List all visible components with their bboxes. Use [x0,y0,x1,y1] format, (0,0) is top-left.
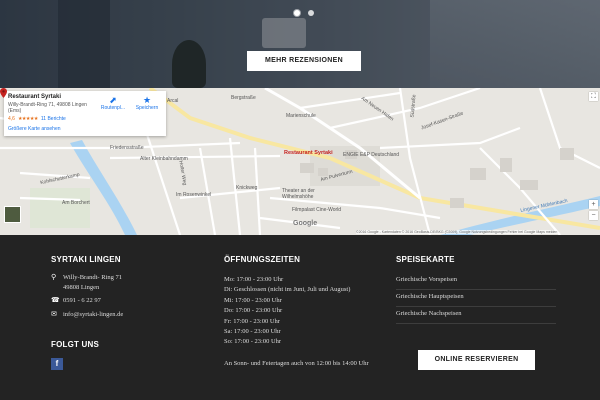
rating-value: 4,6 [8,116,15,122]
street-label: Theater an der Wilhelmshöhe [282,188,315,200]
star-rating-icon: ★★★★★ [17,116,38,122]
google-map[interactable]: Bergstraße Marienschule Am Neuen Hafen J… [0,88,600,235]
street-label: ENGIE E&P Deutschland [343,152,400,158]
location-pin-icon: ⚲ [51,273,57,281]
street-label: Am Borchert [62,200,90,206]
envelope-icon: ✉ [51,310,57,318]
fullscreen-icon[interactable]: ⛶ [589,92,598,101]
hours-line: Do: 17:00 - 23:00 Uhr [224,307,283,315]
place-address: Willy-Brandt-Ring 71, 49808 Lingen (Ems) [8,102,87,114]
pin-label: Restaurant Syrtaki [284,150,333,156]
opening-hours-list: Mo: 17:00 - 23:00 Uhr Di: Geschlossen (n… [224,275,350,348]
satellite-view-button[interactable] [4,206,21,223]
menu-item-mains[interactable]: Griechische Hauptspeisen [396,290,556,307]
page: MEHR REZENSIONEN Bergstraße Marienschule… [0,0,600,400]
address-row: ⚲ Willy-Brandt- Ring 71 49808 Lingen [51,273,122,292]
more-reviews-button[interactable]: MEHR REZENSIONEN [247,51,361,71]
hours-line: Mi: 17:00 - 23:00 Uhr [224,296,282,304]
email-link[interactable]: info@syrtaki-lingen.de [63,310,123,320]
menu-list: Griechische Vorspeisen Griechische Haupt… [396,273,556,324]
google-logo: Google [293,220,318,227]
save-place-button[interactable]: ★ Speichern [132,95,162,111]
street-label: Friedensstraße [110,145,144,151]
street-label: Filmpalast Cine-World [292,207,342,213]
holiday-note: An Sonn- und Feiertagen auch von 12:00 b… [224,360,369,367]
hero-image: MEHR REZENSIONEN [0,0,600,88]
directions-icon: ⬈ [109,95,117,105]
hours-line: Fr: 17:00 - 23:00 Uhr [224,317,280,325]
street-label: Arcal [167,98,179,104]
hours-line: Di: Geschlossen (nicht im Juni, Juli und… [224,286,351,294]
map-attribution: ©2016 Google - Kartendaten © 2016 GeoBas… [356,230,558,234]
menu-title: SPEISEKARTE [396,255,455,264]
zoom-out-button[interactable]: − [589,211,598,220]
phone-icon: ☎ [51,296,60,304]
menu-item-starters[interactable]: Griechische Vorspeisen [396,273,556,290]
map-pin-icon[interactable] [0,88,7,98]
star-icon: ★ [142,95,152,105]
footer: SYRTAKI LINGEN ⚲ Willy-Brandt- Ring 71 4… [0,235,600,400]
follow-title: FOLGT UNS [51,340,100,349]
reviews-link[interactable]: 11 Berichte [41,116,66,122]
facebook-icon[interactable]: f [51,358,63,370]
address-line-1: Willy-Brandt- Ring 71 [63,274,122,281]
street-label: Knickweg [236,185,258,191]
address-line-2: 49808 Lingen [63,283,100,291]
phone-number[interactable]: 0591 - 6 22 97 [63,296,101,306]
route-planner-button[interactable]: ⬈ Routenpl... [98,95,128,111]
carousel-dot-1[interactable] [294,10,300,16]
zoom-in-button[interactable]: + [589,200,598,209]
bigger-map-link[interactable]: Größere Karte ansehen [8,126,162,132]
street-label: Bergstraße [231,95,256,101]
carousel-dot-2[interactable] [308,10,314,16]
carousel-dots [294,10,314,16]
contact-title: SYRTAKI LINGEN [51,255,121,264]
hours-line: Sa: 17:00 - 23:00 Uhr [224,328,281,336]
hours-line: Mo: 17:00 - 23:00 Uhr [224,276,284,283]
menu-item-desserts[interactable]: Griechische Nachspeisen [396,307,556,324]
opening-hours-title: ÖFFNUNGSZEITEN [224,255,301,264]
hours-line: So: 17:00 - 23:00 Uhr [224,338,282,346]
phone-row[interactable]: ☎ 0591 - 6 22 97 [51,296,101,306]
street-label: Marienschule [286,113,316,119]
email-row[interactable]: ✉ info@syrtaki-lingen.de [51,310,123,320]
rating-row: 4,6 ★★★★★ 11 Berichte [8,116,162,122]
map-info-card: Restaurant Syrtaki Willy-Brandt-Ring 71,… [4,91,166,136]
street-label: Im Rosenwinkel [176,192,212,198]
online-reservation-button[interactable]: ONLINE RESERVIEREN [418,350,535,370]
